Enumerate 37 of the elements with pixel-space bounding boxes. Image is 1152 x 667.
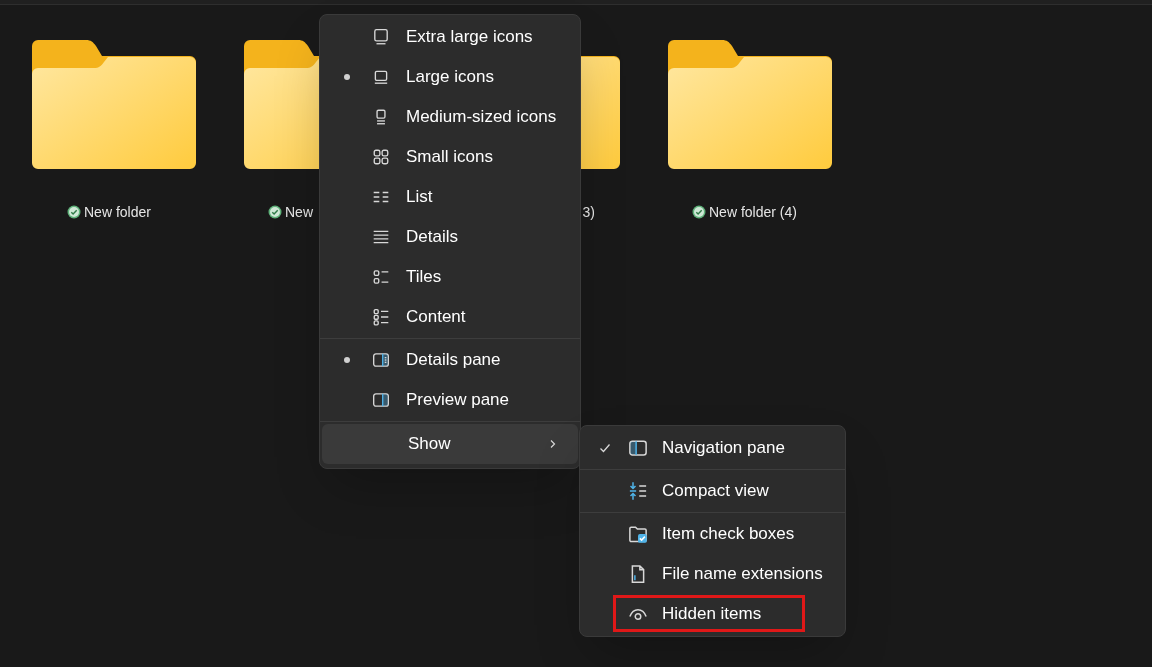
chevron-right-icon	[548, 439, 558, 449]
folder-name: 3)	[582, 202, 595, 222]
folder-icon	[667, 40, 832, 169]
preview-pane-icon	[372, 391, 390, 409]
menu-item[interactable]: File name extensions	[582, 554, 843, 594]
navigation-pane-icon	[628, 438, 648, 458]
menu-item[interactable]: Compact view	[582, 471, 843, 511]
menu-item[interactable]: Content	[322, 297, 578, 337]
menu-item[interactable]: Tiles	[322, 257, 578, 297]
check-status-icon	[692, 205, 706, 219]
monitor-icon	[372, 28, 390, 46]
menu-item[interactable]: Large icons	[322, 57, 578, 97]
menu-item[interactable]: Hidden items	[582, 594, 843, 634]
content-icon	[372, 308, 390, 326]
menu-item[interactable]: Show	[322, 424, 578, 464]
menu-item[interactable]: Extra large icons	[322, 17, 578, 57]
grid-icon	[372, 148, 390, 166]
details-pane-icon	[372, 351, 390, 369]
folder-checkbox-icon	[628, 524, 648, 544]
folder-name: New folder	[84, 202, 151, 222]
check-status-icon	[67, 205, 81, 219]
menu-item[interactable]: Details	[322, 217, 578, 257]
monitor-icon	[372, 68, 390, 86]
folder-icon	[31, 40, 196, 169]
compact-view-icon	[628, 481, 648, 501]
menu-item[interactable]: Details pane	[322, 340, 578, 380]
menu-item[interactable]: Item check boxes	[582, 514, 843, 554]
menu-item[interactable]: Small icons	[322, 137, 578, 177]
details-icon	[372, 228, 390, 246]
menu-item[interactable]: Medium-sized icons	[322, 97, 578, 137]
menu-item[interactable]: Navigation pane	[582, 428, 843, 468]
menu-item[interactable]: List	[322, 177, 578, 217]
tiles-icon	[372, 268, 390, 286]
check-status-icon	[268, 205, 282, 219]
menu-item[interactable]: Preview pane	[322, 380, 578, 420]
folder-name: New	[285, 202, 313, 222]
folder-name: New folder (4)	[709, 202, 797, 222]
